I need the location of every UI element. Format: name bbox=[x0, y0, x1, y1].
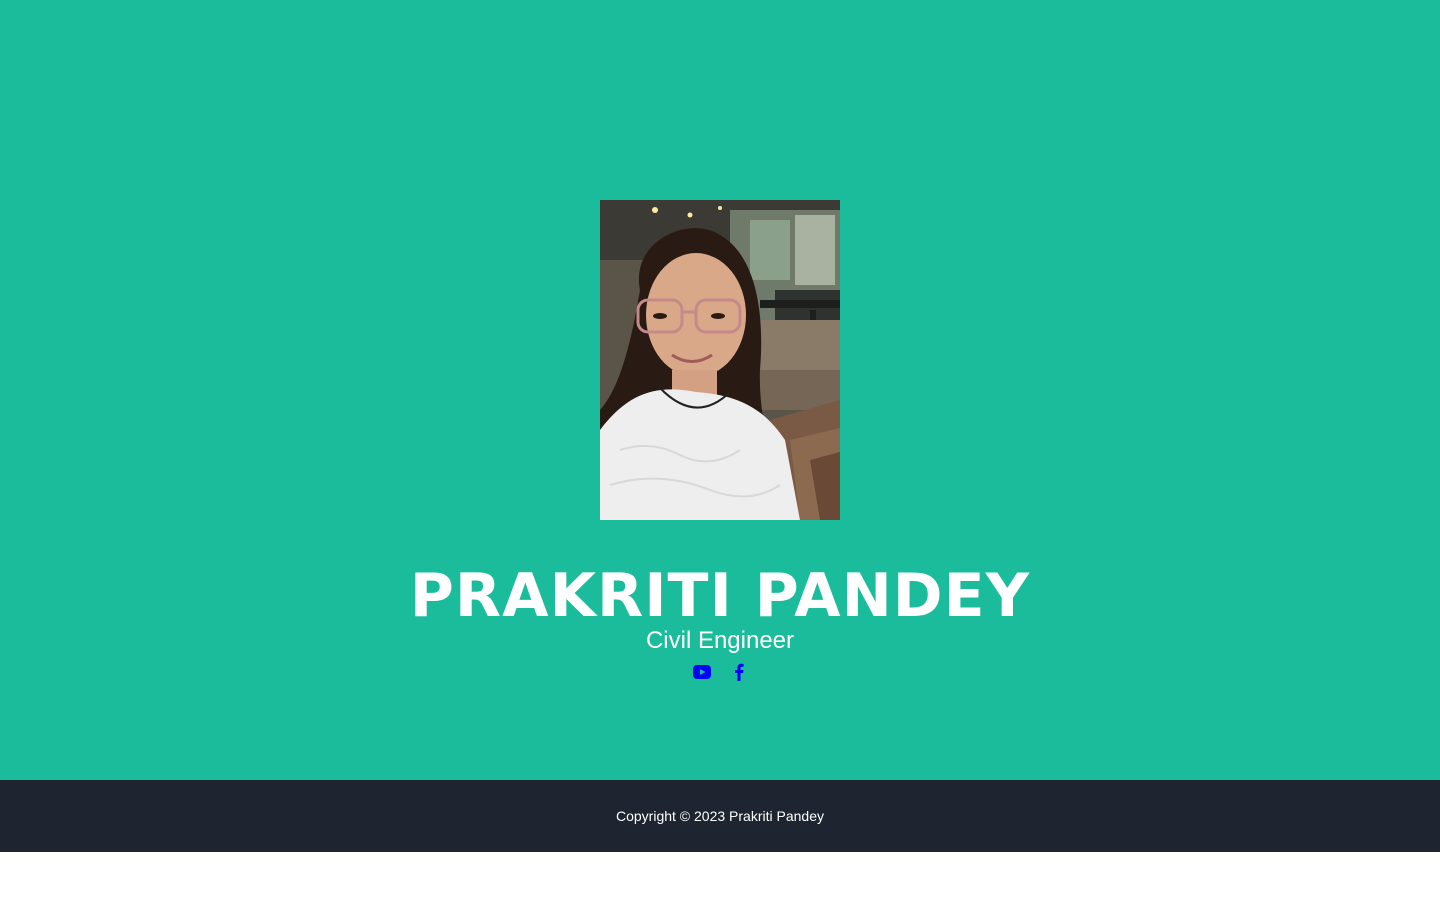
profile-photo bbox=[600, 200, 840, 520]
youtube-link[interactable] bbox=[692, 661, 711, 683]
profile-role: Civil Engineer bbox=[645, 627, 795, 654]
facebook-icon bbox=[734, 663, 744, 681]
youtube-icon bbox=[692, 665, 711, 679]
hero-section: PRAKRITI PANDEY Civil Engineer bbox=[0, 0, 1440, 780]
footer: Copyright © 2023 Prakriti Pandey bbox=[0, 780, 1440, 852]
copyright-text: Copyright © 2023 Prakriti Pandey bbox=[616, 808, 824, 824]
facebook-link[interactable] bbox=[730, 661, 748, 683]
social-links bbox=[0, 660, 1440, 684]
